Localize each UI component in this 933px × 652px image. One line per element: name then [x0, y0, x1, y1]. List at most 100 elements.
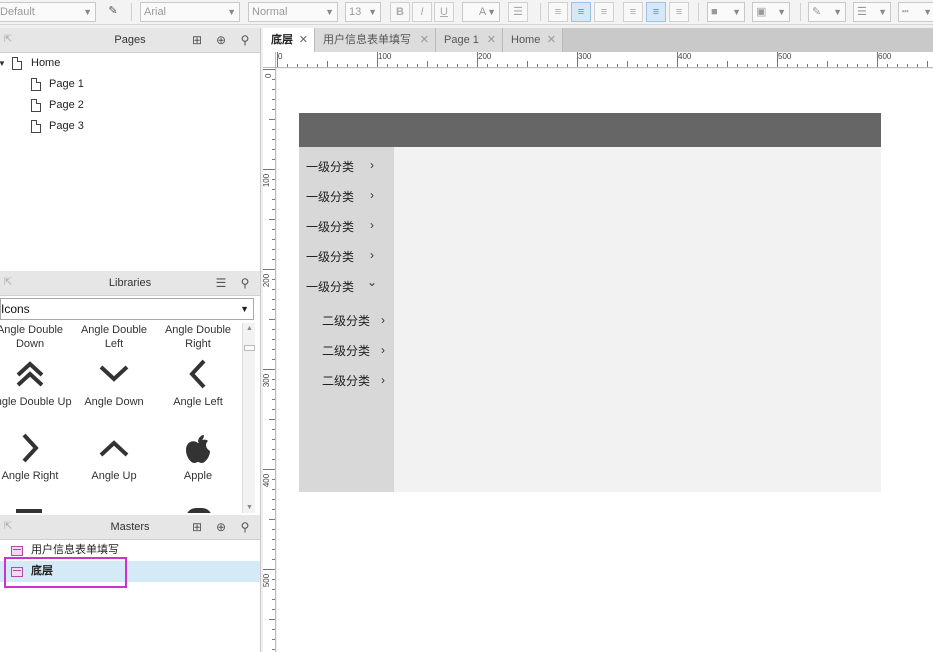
library-item-angle-double-right[interactable]: Angle Double Right [156, 323, 240, 351]
horizontal-ruler: 0 100 200 300 400 500 600 [276, 52, 933, 68]
font-color-label: A [478, 6, 487, 18]
tab-page-1[interactable]: Page 1 ✕ [436, 28, 503, 52]
tab-home[interactable]: Home ✕ [503, 28, 563, 52]
page-item-page-1[interactable]: Page 1 [0, 74, 260, 95]
align-right-icon[interactable]: ≡ [594, 2, 614, 22]
align-center-icon[interactable]: ≡ [571, 2, 591, 22]
close-icon[interactable]: ✕ [420, 28, 429, 52]
masters-panel-header: ⇱ Masters ⊞ ⊕ ⚲ [0, 515, 260, 540]
library-item-angle-double-down[interactable]: Angle Double Down [0, 323, 72, 351]
ruler-label: 0 [278, 52, 283, 61]
ruler-label: 600 [878, 52, 892, 61]
highlight-outline [4, 557, 127, 588]
scrollbar-thumb[interactable] [244, 345, 255, 351]
menu-item-level1[interactable]: 一级分类 › [306, 158, 374, 175]
align-top-icon[interactable]: ≡ [623, 2, 643, 22]
tab-dicheng[interactable]: 底层 ✕ [263, 28, 315, 52]
chevron-down-icon: ▼ [923, 7, 932, 17]
library-scrollbar[interactable]: ▲ ▼ [242, 323, 255, 513]
add-page-icon[interactable]: ⊞ [190, 33, 204, 47]
library-item-angle-right[interactable]: Angle Right [0, 431, 72, 482]
underline-button[interactable]: U [434, 2, 454, 22]
tab-user-form[interactable]: 用户信息表单填写 ✕ [315, 28, 436, 52]
search-icon[interactable]: ⚲ [238, 520, 252, 534]
format-toolbar: Default ▼ ✎ Arial ▼ Normal ▼ 13 ▼ B I U A ▼ ☰… [0, 0, 933, 25]
menu-item-level1[interactable]: 一级分类 › [306, 248, 374, 265]
bullet-list-icon[interactable]: ☰ [508, 2, 528, 22]
app-window: Default ▼ ✎ Arial ▼ Normal ▼ 13 ▼ B I U A ▼ ☰… [0, 0, 933, 652]
page-item-label: Page 1 [49, 78, 84, 90]
menu-item-level2[interactable]: 二级分类 › [322, 342, 385, 359]
close-icon[interactable]: ✕ [299, 28, 308, 52]
library-item-angle-double-up[interactable]: Angle Double Up [0, 357, 72, 408]
add-master-icon[interactable]: ⊞ [190, 520, 204, 534]
font-color-button[interactable]: A ▼ [462, 2, 500, 22]
search-icon[interactable]: ⚲ [238, 276, 252, 290]
library-item-apple[interactable]: Apple [156, 431, 240, 482]
horizontal-ruler-ticks [277, 52, 928, 67]
header-bar[interactable] [299, 113, 881, 147]
divider [800, 3, 801, 21]
ruler-label: 300 [578, 52, 592, 61]
chevron-down-icon: ▼ [83, 7, 92, 17]
font-family-value: Arial [144, 6, 167, 18]
search-icon[interactable]: ⚲ [238, 33, 252, 47]
close-icon[interactable]: ✕ [547, 28, 556, 52]
library-item-label: Angle Right [1, 470, 59, 482]
menu-item-level2[interactable]: 二级分类 › [322, 372, 385, 389]
chevron-down-icon: ▼ [227, 7, 236, 17]
scroll-up-icon[interactable]: ▲ [243, 325, 256, 332]
menu-item-level1[interactable]: 一级分类 › [306, 218, 374, 235]
align-left-icon[interactable]: ≡ [548, 2, 568, 22]
align-bottom-icon[interactable]: ≡ [669, 2, 689, 22]
pen-icon: ✎ [812, 6, 822, 18]
design-canvas[interactable]: 一级分类 › 一级分类 › 一级分类 › 一级分类 › 一级分类 ⌄ 二级分类 … [277, 69, 933, 652]
ruler-label: 100 [263, 173, 272, 188]
chevron-down-icon: ▼ [732, 7, 741, 17]
page-item-page-2[interactable]: Page 2 [0, 95, 260, 116]
library-item-label: Angle Up [91, 470, 137, 482]
library-select[interactable]: Icons ▼ [0, 298, 254, 320]
tab-label: 用户信息表单填写 [323, 34, 411, 46]
menu-item-level2[interactable]: 二级分类 › [322, 312, 385, 329]
library-item-angle-double-left[interactable]: Angle Double Left [72, 323, 156, 351]
vertical-ruler-ticks [263, 69, 275, 650]
bold-button[interactable]: B [390, 2, 410, 22]
angle-double-up-icon [16, 361, 44, 387]
library-item-label: Left [104, 338, 124, 350]
add-folder-icon[interactable]: ⊕ [214, 520, 228, 534]
library-item-angle-left[interactable]: Angle Left [156, 357, 240, 408]
close-icon[interactable]: ✕ [487, 28, 496, 52]
ruler-label: 200 [478, 52, 492, 61]
angle-left-icon [189, 359, 206, 389]
library-item-angle-down[interactable]: Angle Down [72, 357, 156, 408]
shadow-button[interactable]: ▣ ▼ [752, 2, 790, 22]
font-size-select[interactable]: 13 ▼ [345, 2, 381, 22]
content-area[interactable] [394, 147, 881, 492]
line-color-button[interactable]: ✎ ▼ [808, 2, 846, 22]
font-weight-select[interactable]: Normal ▼ [248, 2, 338, 22]
menu-item-level1[interactable]: 一级分类 › [306, 188, 374, 205]
line-width-button[interactable]: ☰ ▼ [853, 2, 891, 22]
align-middle-icon[interactable]: ≡ [646, 2, 666, 22]
page-tabs: 底层 ✕ 用户信息表单填写 ✕ Page 1 ✕ Home ✕ [263, 28, 933, 52]
scroll-down-icon[interactable]: ▼ [243, 504, 256, 511]
menu-item-level1-expanded[interactable]: 一级分类 ⌄ [306, 275, 377, 295]
font-family-select[interactable]: Arial ▼ [140, 2, 240, 22]
page-item-home[interactable]: ▼ Home [0, 53, 260, 74]
chevron-right-icon: › [381, 343, 385, 357]
collapse-triangle-icon[interactable]: ▼ [0, 53, 6, 74]
page-item-page-3[interactable]: Page 3 [0, 116, 260, 137]
style-edit-icon[interactable]: ✎ [103, 2, 123, 22]
library-item-label: Angle Double Up [0, 396, 72, 408]
library-item-label: Right [185, 338, 211, 350]
page-icon [31, 78, 41, 91]
style-select[interactable]: Default ▼ [0, 2, 96, 22]
library-item-angle-up[interactable]: Angle Up [72, 431, 156, 482]
menu-icon[interactable]: ☰ [214, 276, 228, 290]
chevron-right-icon: › [370, 188, 374, 202]
italic-button[interactable]: I [412, 2, 432, 22]
fill-color-button[interactable]: ■ ▼ [707, 2, 745, 22]
add-folder-icon[interactable]: ⊕ [214, 33, 228, 47]
line-style-button[interactable]: ┅ ▼ [898, 2, 933, 22]
